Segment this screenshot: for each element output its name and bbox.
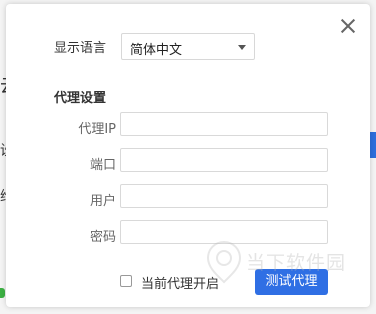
proxy-section-title: 代理设置 (54, 91, 107, 106)
language-select-value: 简体中文 (130, 43, 183, 58)
language-label: 显示语言 (54, 41, 107, 56)
proxy-enable-checkbox[interactable] (120, 275, 132, 287)
chevron-down-icon (238, 45, 246, 50)
password-label: 密码 (89, 230, 116, 245)
settings-dialog: 显示语言 简体中文 代理设置 代理IP 端口 用户 密码 当前代理开启 测试代理… (6, 4, 370, 307)
port-input[interactable] (120, 148, 328, 172)
language-select[interactable]: 简体中文 (121, 33, 255, 60)
user-label: 用户 (89, 194, 116, 209)
proxy-ip-input[interactable] (120, 112, 328, 136)
proxy-enable-label: 当前代理开启 (141, 277, 220, 292)
password-input[interactable] (120, 220, 328, 244)
background-button (370, 132, 376, 158)
close-icon[interactable] (339, 17, 357, 35)
proxy-ip-label: 代理IP (78, 122, 116, 137)
port-label: 端口 (89, 158, 116, 173)
test-proxy-button[interactable]: 测试代理 (255, 269, 328, 295)
user-input[interactable] (120, 184, 328, 208)
background-green-marker (0, 288, 5, 298)
